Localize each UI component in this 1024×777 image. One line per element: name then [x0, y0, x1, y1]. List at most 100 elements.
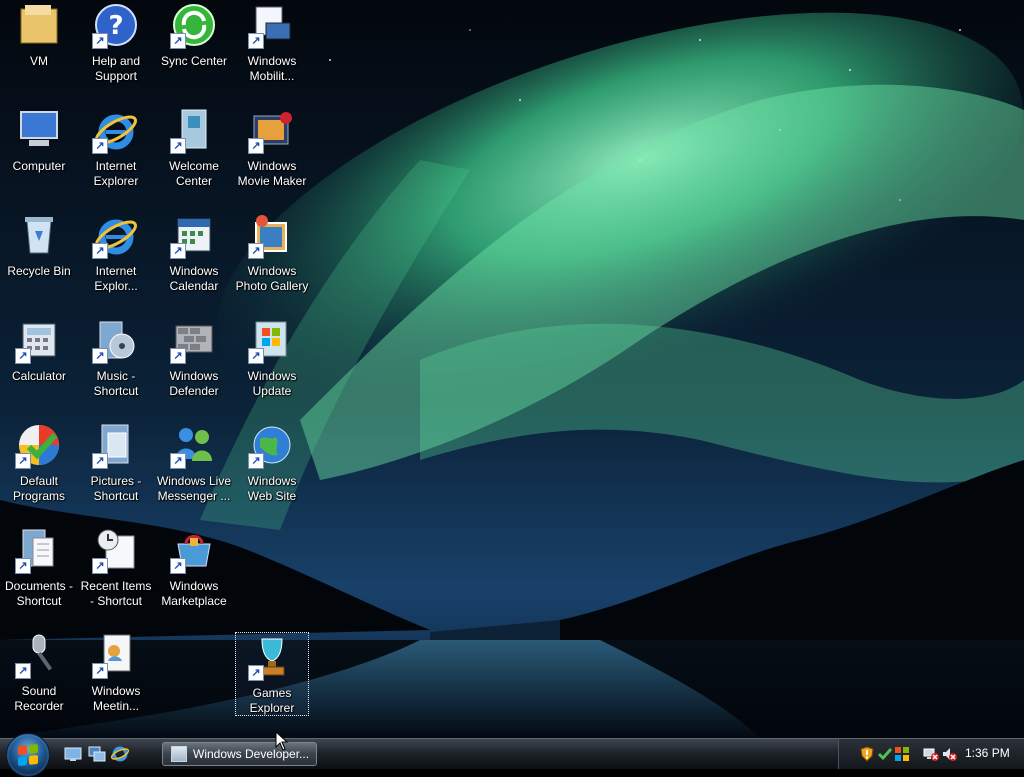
shortcut-arrow-icon: ↗ — [92, 138, 108, 154]
desktop-icon-label: Help and Support — [91, 54, 141, 83]
switch-windows-icon[interactable] — [88, 745, 106, 763]
sync-center-desktop-shortcut[interactable]: ↗ Sync Center — [157, 0, 231, 90]
internet-explorer-icon[interactable] — [110, 745, 130, 763]
volume-muted-icon[interactable] — [941, 746, 957, 762]
network-disconnected-icon[interactable] — [923, 746, 939, 762]
shortcut-arrow-icon: ↗ — [170, 453, 186, 469]
internet-explorer-2-desktop-shortcut[interactable]: ↗ Internet Explor... — [79, 210, 153, 300]
taskbar-clock[interactable]: 1:36 PM — [965, 746, 1010, 760]
svg-text:?: ? — [108, 11, 123, 41]
windows-marketplace-icon: ↗ — [170, 526, 218, 574]
shortcut-arrow-icon: ↗ — [170, 243, 186, 259]
windows-live-messenger-desktop-shortcut[interactable]: ↗ Windows Live Messenger ... — [157, 420, 231, 510]
windows-meeting-icon: ↗ — [92, 631, 140, 679]
windows-web-site-desktop-shortcut[interactable]: ↗ Windows Web Site — [235, 420, 309, 510]
desktop-icon-label: Games Explorer — [249, 686, 295, 715]
taskbar-window-button[interactable]: Windows Developer... — [162, 742, 317, 766]
desktop-icon-label: Computer — [12, 159, 66, 173]
windows-defender-desktop-shortcut[interactable]: ↗ Windows Defender — [157, 315, 231, 405]
recycle-bin-icon — [15, 211, 63, 259]
internet-explorer-2-icon: ↗ — [92, 211, 140, 259]
calculator-desktop-shortcut[interactable]: ↗ Calculator — [2, 315, 76, 405]
shortcut-arrow-icon: ↗ — [92, 558, 108, 574]
desktop-icon-label: Recent Items - Shortcut — [80, 579, 152, 608]
desktop-icon-label: Documents - Shortcut — [4, 579, 74, 608]
system-tray: 1:36 PM — [838, 739, 1024, 769]
show-desktop-icon[interactable] — [64, 745, 82, 763]
desktop-icon-label: Windows Calendar — [169, 264, 219, 293]
shortcut-arrow-icon: ↗ — [248, 138, 264, 154]
recent-items-shortcut-icon: ↗ — [92, 526, 140, 574]
music-shortcut-desktop-shortcut[interactable]: ↗ Music - Shortcut — [79, 315, 153, 405]
help-support-desktop-shortcut[interactable]: ? ↗ Help and Support — [79, 0, 153, 90]
windows-update-desktop-shortcut[interactable]: ↗ Windows Update — [235, 315, 309, 405]
taskbar-window-label: Windows Developer... — [193, 747, 310, 761]
desktop-icon-label: Windows Update — [247, 369, 297, 398]
windows-movie-maker-icon: ↗ — [248, 106, 296, 154]
games-explorer-desktop-shortcut[interactable]: ↗ Games Explorer — [235, 632, 309, 716]
desktop-icon-label: Windows Web Site — [247, 474, 297, 503]
shortcut-arrow-icon: ↗ — [248, 665, 264, 681]
windows-defender-icon: ↗ — [170, 316, 218, 364]
windows-movie-maker-desktop-shortcut[interactable]: ↗ Windows Movie Maker — [235, 105, 309, 195]
desktop-icon-label: Windows Live Messenger ... — [156, 474, 232, 503]
desktop-icon-label: Calculator — [11, 369, 67, 383]
recent-items-shortcut-desktop-shortcut[interactable]: ↗ Recent Items - Shortcut — [79, 525, 153, 615]
help-support-icon: ? ↗ — [92, 1, 140, 49]
calculator-icon: ↗ — [15, 316, 63, 364]
desktop-icon-label: Windows Marketplace — [161, 579, 227, 608]
sound-recorder-desktop-shortcut[interactable]: ↗ Sound Recorder — [2, 630, 76, 720]
documents-shortcut-desktop-shortcut[interactable]: ↗ Documents - Shortcut — [2, 525, 76, 615]
desktop-icon-label: Windows Photo Gallery — [235, 264, 309, 293]
vm-desktop-shortcut[interactable]: VM — [2, 0, 76, 90]
desktop-icon-label: Windows Meetin... — [91, 684, 141, 713]
desktop-icon-label: Internet Explor... — [94, 264, 138, 293]
windows-mobility-desktop-shortcut[interactable]: ↗ Windows Mobilit... — [235, 0, 309, 90]
desktop-icon-label: Windows Mobilit... — [247, 54, 297, 83]
desktop-icon-label: Windows Defender — [169, 369, 219, 398]
windows-meeting-desktop-shortcut[interactable]: ↗ Windows Meetin... — [79, 630, 153, 720]
recycle-bin-desktop-shortcut[interactable]: Recycle Bin — [2, 210, 76, 300]
shortcut-arrow-icon: ↗ — [92, 453, 108, 469]
windows-web-site-icon: ↗ — [248, 421, 296, 469]
windows-marketplace-desktop-shortcut[interactable]: ↗ Windows Marketplace — [157, 525, 231, 615]
default-programs-icon: ↗ — [15, 421, 63, 469]
default-programs-desktop-shortcut[interactable]: ↗ Default Programs — [2, 420, 76, 510]
windows-calendar-desktop-shortcut[interactable]: ↗ Windows Calendar — [157, 210, 231, 300]
desktop-icon-label: Music - Shortcut — [93, 369, 139, 398]
network-status-icon[interactable] — [877, 746, 893, 762]
shortcut-arrow-icon: ↗ — [170, 558, 186, 574]
shortcut-arrow-icon: ↗ — [15, 558, 31, 574]
sound-recorder-icon: ↗ — [15, 631, 63, 679]
shortcut-arrow-icon: ↗ — [92, 33, 108, 49]
security-shield-icon[interactable] — [859, 746, 875, 762]
desktop-icon-label: Internet Explorer — [93, 159, 139, 188]
desktop-icon-label: Recycle Bin — [7, 264, 71, 278]
windows-update-icon: ↗ — [248, 316, 296, 364]
shortcut-arrow-icon: ↗ — [248, 243, 264, 259]
welcome-center-desktop-shortcut[interactable]: ↗ Welcome Center — [157, 105, 231, 195]
windows-mobility-icon: ↗ — [248, 1, 296, 49]
internet-explorer-desktop-shortcut[interactable]: ↗ Internet Explorer — [79, 105, 153, 195]
pictures-shortcut-icon: ↗ — [92, 421, 140, 469]
windows-photo-gallery-desktop-shortcut[interactable]: ↗ Windows Photo Gallery — [235, 210, 309, 300]
taskbar: Windows Developer... 1:36 PM — [0, 733, 1024, 777]
shortcut-arrow-icon: ↗ — [15, 663, 31, 679]
start-orb-icon[interactable] — [6, 733, 50, 777]
shortcut-arrow-icon: ↗ — [170, 138, 186, 154]
desktop-icon-label: Pictures - Shortcut — [90, 474, 142, 503]
windows-live-messenger-icon: ↗ — [170, 421, 218, 469]
desktop-icon-label: Sound Recorder — [14, 684, 64, 713]
computer-desktop-shortcut[interactable]: Computer — [2, 105, 76, 195]
shortcut-arrow-icon: ↗ — [92, 663, 108, 679]
internet-explorer-icon: ↗ — [92, 106, 140, 154]
windows-update-tray-icon[interactable] — [894, 746, 910, 762]
shortcut-arrow-icon: ↗ — [92, 243, 108, 259]
shortcut-arrow-icon: ↗ — [15, 453, 31, 469]
computer-icon — [15, 106, 63, 154]
shortcut-arrow-icon: ↗ — [15, 348, 31, 364]
shortcut-arrow-icon: ↗ — [248, 453, 264, 469]
music-shortcut-icon: ↗ — [92, 316, 140, 364]
pictures-shortcut-desktop-shortcut[interactable]: ↗ Pictures - Shortcut — [79, 420, 153, 510]
mouse-cursor-icon — [275, 731, 289, 751]
